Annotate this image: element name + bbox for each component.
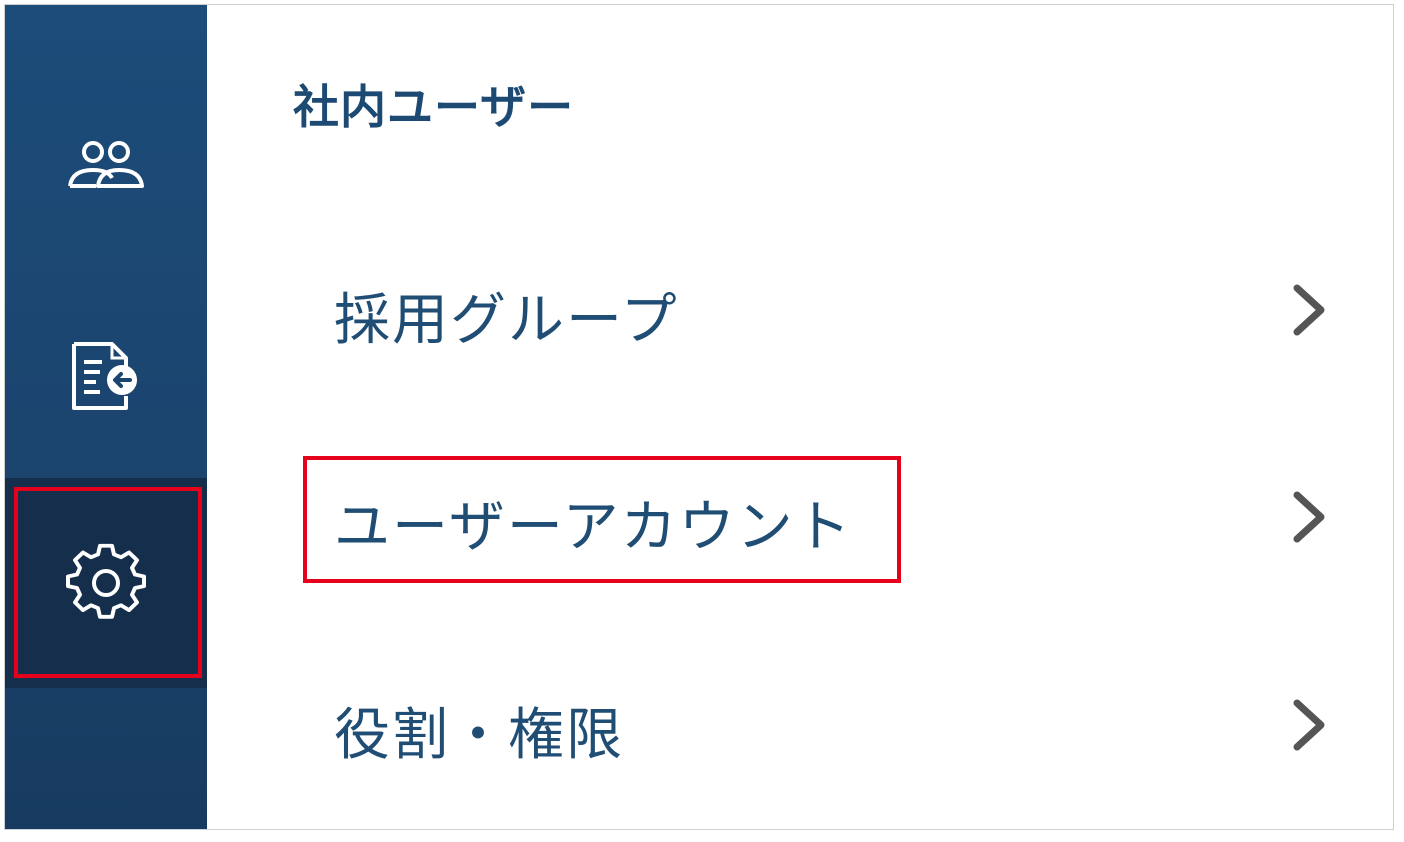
- menu-item-recruiting-groups[interactable]: 採用グループ: [207, 245, 1393, 375]
- menu-item-label: ユーザーアカウント: [334, 495, 853, 560]
- chevron-right-icon: [1293, 284, 1325, 336]
- sidebar: [5, 5, 207, 829]
- sidebar-item-settings[interactable]: [5, 478, 207, 688]
- page-title: 社内ユーザー: [293, 80, 575, 134]
- chevron-right-icon: [1293, 699, 1325, 751]
- menu-item-label: 採用グループ: [334, 288, 679, 353]
- users-icon: [68, 141, 144, 188]
- settings-menu-panel: 社内ユーザー 採用グループ ユーザーアカウント 役割・権限: [207, 5, 1393, 829]
- menu-item-user-accounts[interactable]: ユーザーアカウント: [207, 452, 1393, 582]
- menu-item-roles-permissions[interactable]: 役割・権限: [207, 660, 1393, 790]
- app-frame: 社内ユーザー 採用グループ ユーザーアカウント 役割・権限: [4, 4, 1394, 830]
- sidebar-item-documents[interactable]: [5, 271, 207, 481]
- document-import-icon: [72, 342, 137, 410]
- gear-icon: [66, 543, 146, 619]
- chevron-right-icon: [1293, 491, 1325, 543]
- menu-item-label: 役割・権限: [334, 703, 624, 768]
- sidebar-item-users[interactable]: [5, 63, 207, 273]
